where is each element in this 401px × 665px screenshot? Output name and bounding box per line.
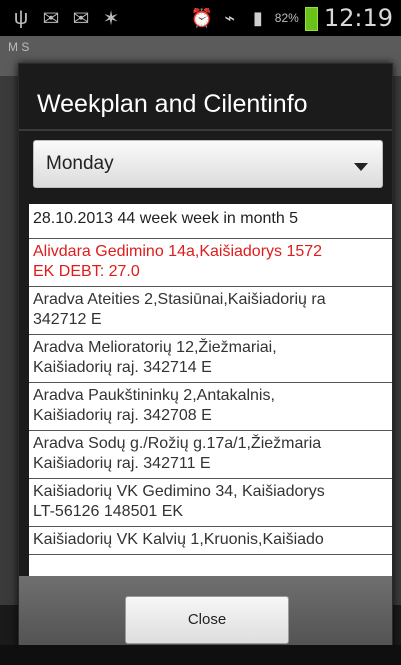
status-right-icons: ⏰ ⌁ ▮ 82% 12:19	[191, 4, 393, 32]
list-item[interactable]: Alivdara Gedimino 14a,Kaišiadorys 1572 E…	[29, 239, 392, 287]
usb-icon: ψ	[13, 7, 29, 29]
battery-icon	[304, 7, 318, 31]
mail-icon: ✉	[72, 8, 90, 30]
list-item-line2: EK DEBT: 27.0	[33, 263, 140, 280]
wifi-icon: ⌁	[224, 7, 236, 28]
list-item-line2: LT-56126 148501 EK	[33, 503, 184, 520]
list-item-line2: Kaišiadorių raj. 342714 E	[33, 359, 212, 376]
list-item[interactable]: Aradva Ateities 2,Stasiūnai,Kaišiadorių …	[29, 287, 392, 335]
mobile-signal-icon: ▮	[252, 7, 263, 28]
day-spinner-value: Monday	[46, 153, 114, 174]
list-item[interactable]: Kaišiadorių VK Gedimino 34, Kaišiadorys …	[29, 479, 392, 527]
screen: ψ ✉ ✉ ✶ ⏰ ⌁ ▮ 82% 12:19 M S Weekplan and…	[0, 0, 401, 665]
list-item-line1: Aradva Ateities 2,Stasiūnai,Kaišiadorių …	[33, 291, 326, 308]
mail-icon: ✉	[42, 8, 60, 30]
list-item-line1: Aradva Paukštininkų 2,Antakalnis,	[33, 387, 275, 404]
status-time: 12:19	[323, 4, 393, 32]
day-spinner[interactable]: Monday	[33, 140, 383, 188]
list-item-line2: Kaišiadorių raj. 342711 E	[33, 455, 211, 472]
list-item[interactable]: Kaišiadorių VK Kalvių 1,Kruonis,Kaišiado	[29, 527, 392, 555]
list-item-line2: Kaišiadorių raj. 342708 E	[33, 407, 212, 424]
list-item-line1: Kaišiadorių VK Gedimino 34, Kaišiadorys	[33, 483, 325, 500]
list-header: 28.10.2013 44 week week in month 5	[29, 204, 392, 239]
status-bar: ψ ✉ ✉ ✶ ⏰ ⌁ ▮ 82% 12:19	[0, 0, 401, 36]
client-list[interactable]: 28.10.2013 44 week week in month 5 Alivd…	[29, 204, 392, 576]
close-button[interactable]: Close	[125, 596, 289, 644]
dialog-divider	[19, 129, 392, 131]
signal-icon: ✶	[102, 8, 120, 30]
chevron-down-icon	[354, 163, 368, 171]
list-item-line2: 342712 E	[33, 311, 102, 328]
list-item[interactable]: Aradva Sodų g./Rožių g.17a/1,Žiežmaria K…	[29, 431, 392, 479]
list-item-line1: Aradva Sodų g./Rožių g.17a/1,Žiežmaria	[33, 435, 322, 452]
weekplan-dialog: Weekplan and Cilentinfo Monday 28.10.201…	[18, 63, 393, 665]
background-header-text: M S	[8, 40, 30, 54]
status-left-icons: ψ ✉ ✉ ✶	[10, 6, 122, 31]
list-item[interactable]: Aradva Melioratorių 12,Žiežmariai, Kaiši…	[29, 335, 392, 383]
alarm-icon: ⏰	[190, 7, 214, 28]
dialog-title: Weekplan and Cilentinfo	[37, 90, 308, 118]
battery-percent: 82%	[274, 11, 299, 25]
list-item[interactable]: Aradva Paukštininkų 2,Antakalnis, Kaišia…	[29, 383, 392, 431]
list-item-line1: Kaišiadorių VK Kalvių 1,Kruonis,Kaišiado	[33, 531, 324, 548]
list-item-line1: Alivdara Gedimino 14a,Kaišiadorys 1572	[33, 243, 323, 260]
bottom-shade	[0, 645, 401, 665]
list-item-line1: Aradva Melioratorių 12,Žiežmariai,	[33, 339, 277, 356]
